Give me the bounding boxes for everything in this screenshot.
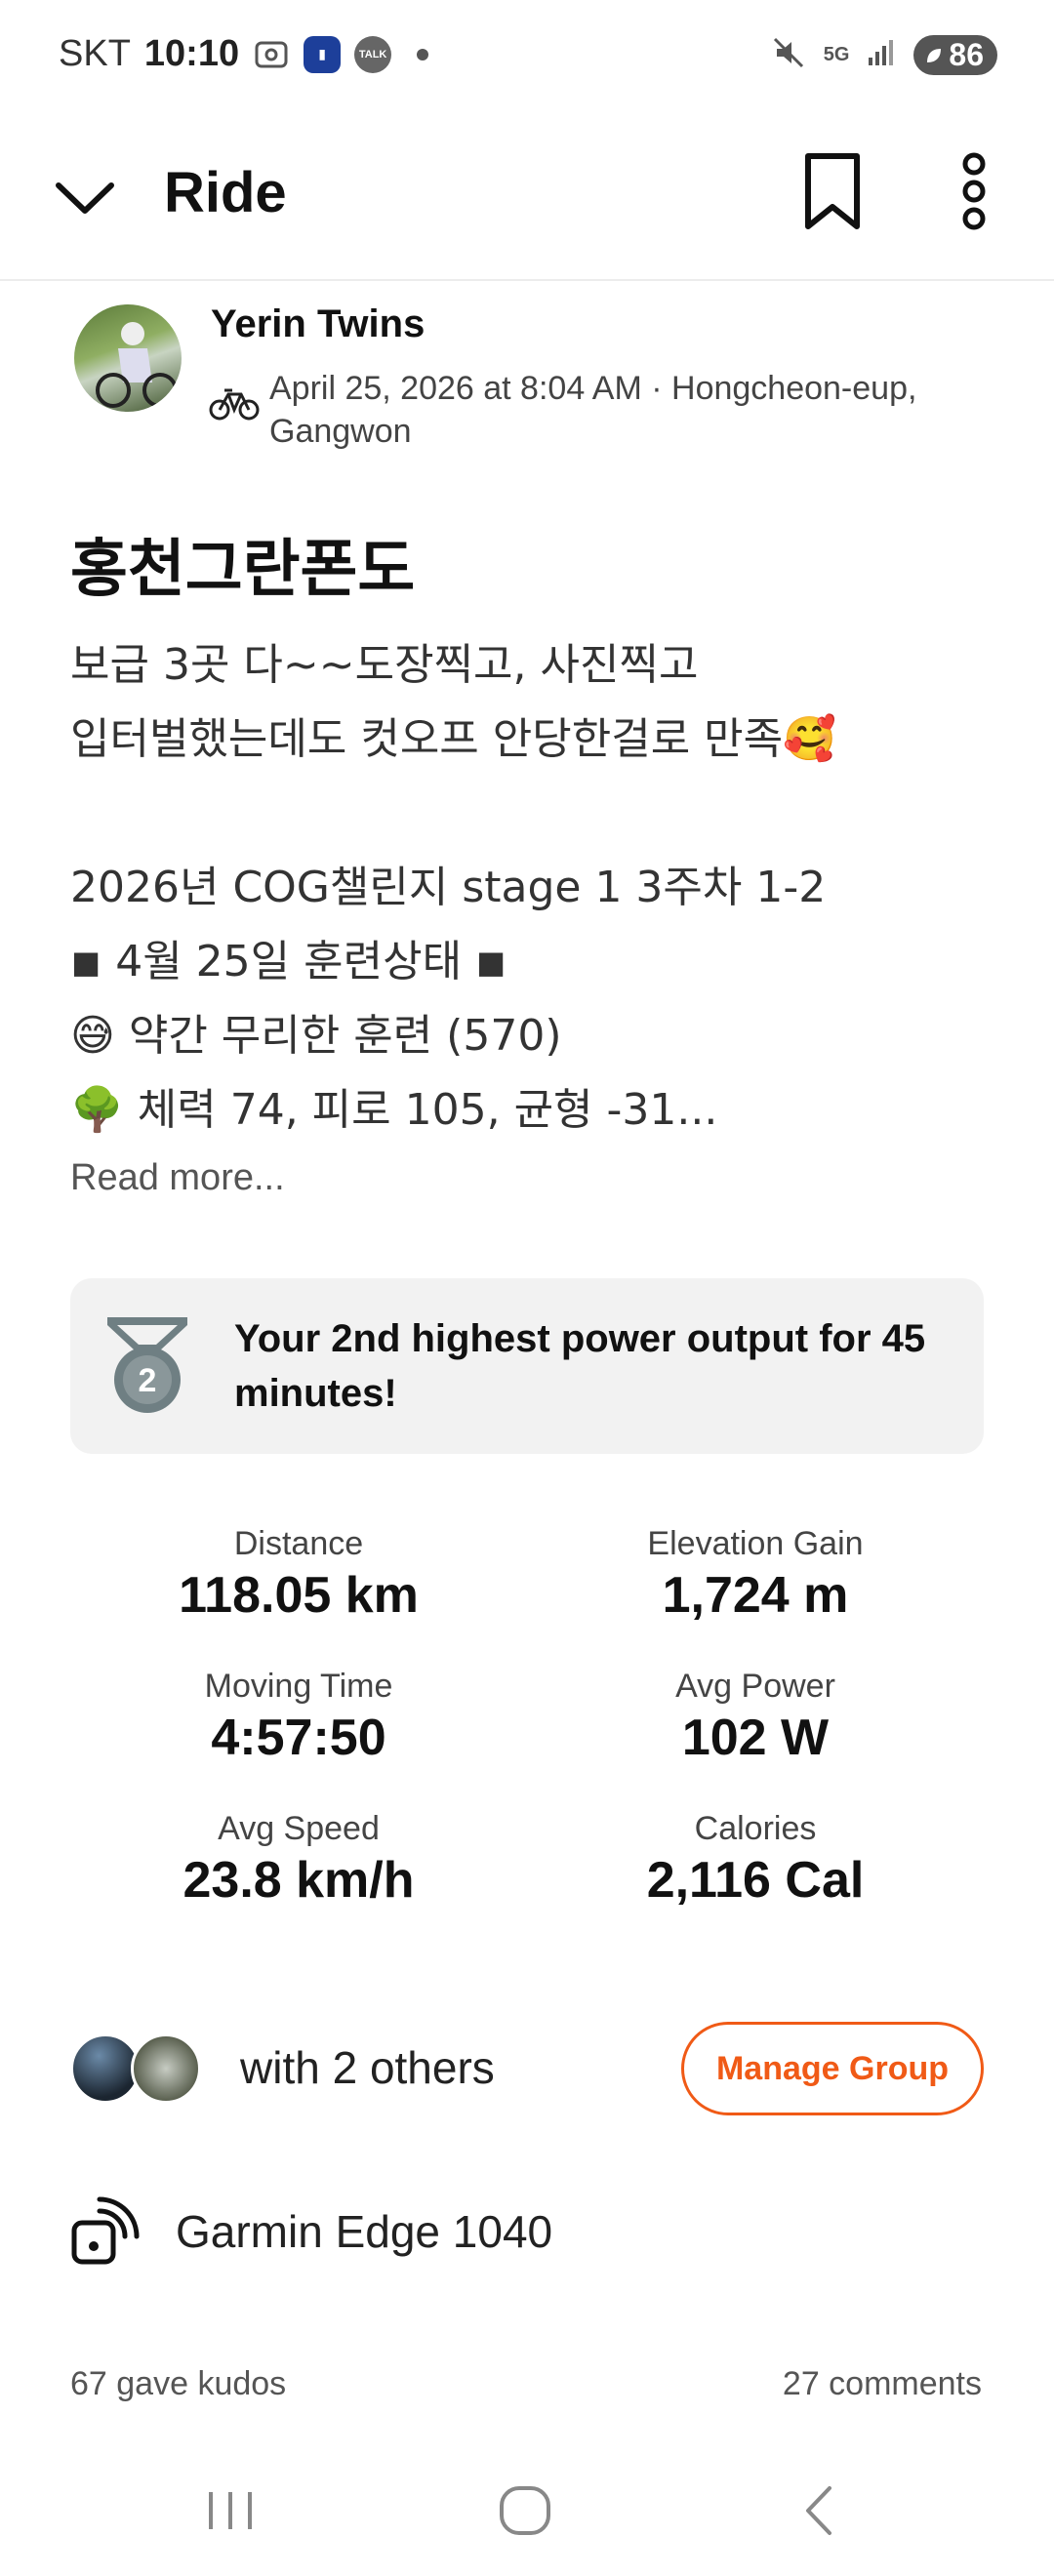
screenshot-icon	[253, 36, 290, 73]
battery-indicator: 86	[913, 35, 997, 75]
status-bar: SKT 10:10 ▮ TALK 5G 86	[0, 0, 1054, 117]
carrier-label: SKT	[59, 33, 131, 74]
signal-icon	[867, 38, 896, 72]
group-member-avatar	[131, 2033, 201, 2104]
stat-value: 102 W	[681, 1710, 830, 1766]
activity-title: 홍천그란폰도	[70, 534, 416, 604]
achievement-text: Your 2nd highest power output for 45 min…	[234, 1317, 926, 1415]
page-title: Ride	[164, 161, 287, 224]
stat-value: 1,724 m	[662, 1567, 849, 1624]
manage-group-button[interactable]: Manage Group	[681, 2022, 984, 2115]
stat-value: 23.8 km/h	[182, 1852, 415, 1909]
stat-moving-time: Moving Time 4:57:50	[70, 1665, 527, 1768]
dot-icon	[417, 48, 429, 60]
achievement-card[interactable]: 2 Your 2nd highest power output for 45 m…	[70, 1278, 984, 1454]
stat-value: 4:57:50	[211, 1710, 386, 1766]
more-options-button[interactable]	[954, 150, 993, 232]
network-icon: 5G	[823, 44, 850, 65]
recent-apps-button[interactable]	[191, 2476, 269, 2545]
stat-label: Distance	[233, 1525, 364, 1562]
stat-distance: Distance 118.05 km	[70, 1522, 527, 1626]
stat-avg-speed: Avg Speed 23.8 km/h	[70, 1807, 527, 1911]
stat-elevation-gain: Elevation Gain 1,724 m	[527, 1522, 984, 1626]
system-nav-bar	[0, 2439, 1054, 2576]
stat-label: Moving Time	[204, 1668, 393, 1705]
talk-icon: TALK	[354, 35, 392, 73]
stat-calories: Calories 2,116 Cal	[527, 1807, 984, 1911]
stats-grid: Distance 118.05 km Elevation Gain 1,724 …	[70, 1522, 984, 1911]
bank-app-icon: ▮	[304, 35, 342, 73]
group-text[interactable]: with 2 others	[240, 2041, 495, 2094]
activity-description: 보급 3곳 다~~도장찍고, 사진찍고 입터벌했는데도 컷오프 안당한걸로 만족…	[70, 640, 836, 1135]
top-nav: Ride	[0, 117, 1054, 281]
status-left: SKT 10:10 ▮ TALK	[59, 33, 429, 75]
comments-count[interactable]: 27 comments	[783, 2365, 982, 2403]
chevron-down-icon	[56, 182, 114, 214]
stat-avg-power: Avg Power 102 W	[527, 1665, 984, 1768]
device-icon	[70, 2195, 141, 2266]
more-vertical-icon	[962, 152, 986, 230]
activity-meta: April 25, 2026 at 8:04 AM · Hongcheon-eu…	[269, 370, 917, 450]
author-avatar[interactable]	[74, 304, 182, 412]
author-name[interactable]: Yerin Twins	[211, 302, 425, 346]
group-avatars[interactable]	[70, 2033, 207, 2104]
mute-icon	[771, 35, 806, 75]
battery-level: 86	[949, 37, 984, 72]
stat-label: Avg Power	[675, 1668, 835, 1705]
home-button[interactable]	[486, 2476, 564, 2545]
device-name: Garmin Edge 1040	[176, 2206, 553, 2257]
back-icon	[806, 2486, 831, 2535]
status-right: 5G 86	[771, 35, 997, 75]
bike-icon	[209, 386, 260, 422]
read-more-link[interactable]: Read more...	[70, 1157, 285, 1199]
kudos-count[interactable]: 67 gave kudos	[70, 2365, 286, 2403]
stat-value: 2,116 Cal	[646, 1852, 865, 1909]
stat-value: 118.05 km	[179, 1567, 419, 1624]
stat-label: Calories	[694, 1810, 817, 1847]
medal-number: 2	[139, 1362, 157, 1399]
collapse-button[interactable]	[51, 164, 119, 232]
stat-label: Elevation Gain	[647, 1525, 864, 1562]
medal-icon: 2	[103, 1313, 191, 1417]
bookmark-button[interactable]	[798, 150, 867, 232]
clock: 10:10	[143, 33, 240, 74]
recent-apps-icon	[209, 2492, 252, 2529]
home-icon	[500, 2486, 550, 2535]
bookmark-icon	[805, 153, 860, 229]
stat-label: Avg Speed	[218, 1810, 380, 1847]
back-button[interactable]	[781, 2476, 859, 2545]
